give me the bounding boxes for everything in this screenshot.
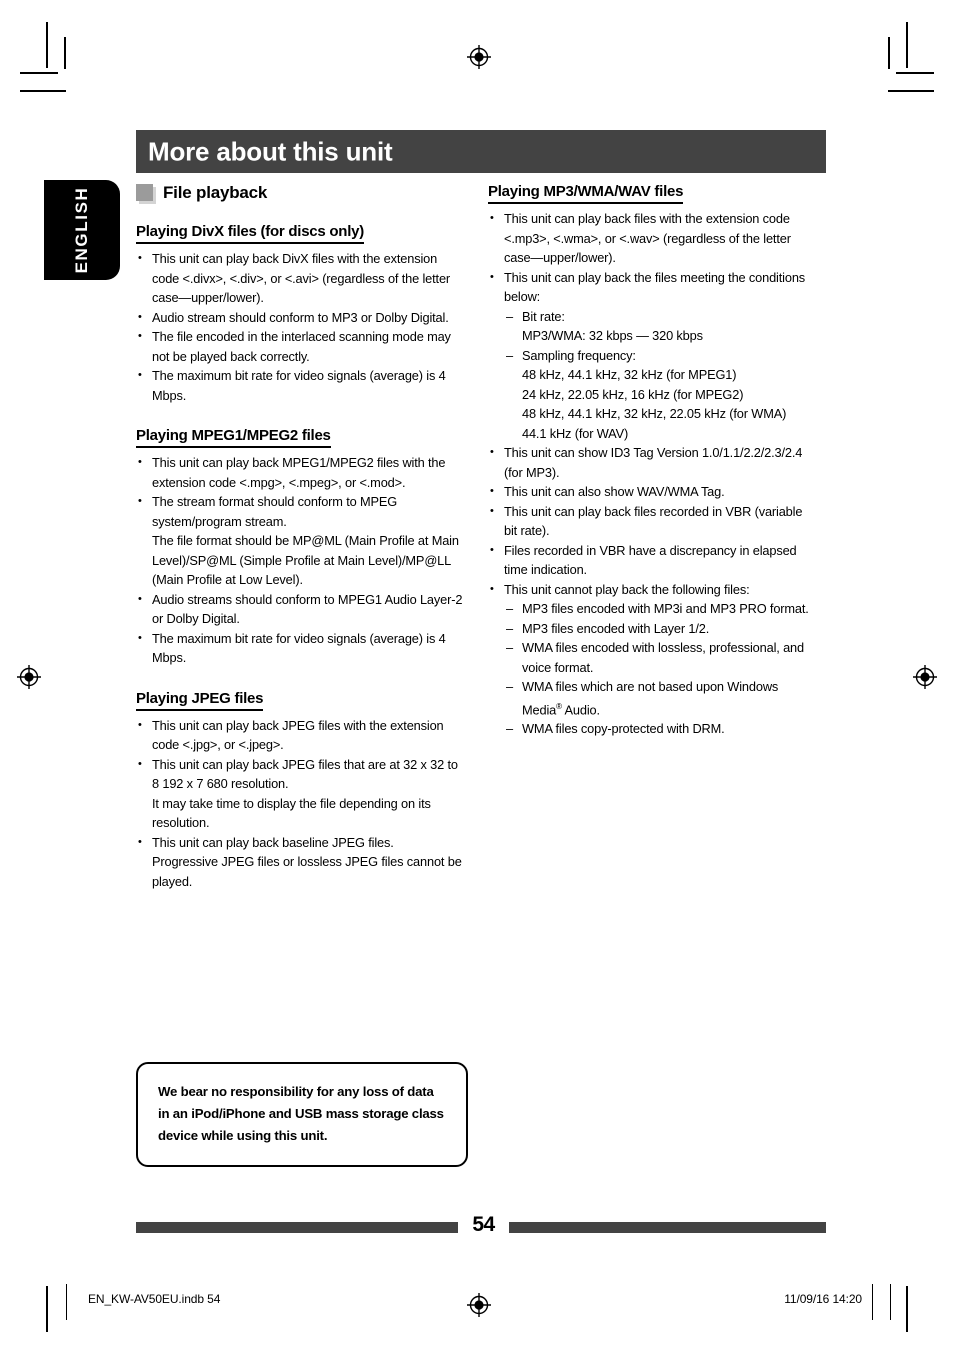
- windows-media-prefix: WMA files which are not based upon Windo…: [522, 679, 779, 717]
- list-item: This unit can play back the files meetin…: [488, 268, 818, 307]
- notice-box: We bear no responsibility for any loss o…: [136, 1062, 468, 1167]
- list-item: The stream format should conform to MPEG…: [136, 492, 466, 531]
- list-item: The maximum bit rate for video signals (…: [136, 366, 466, 405]
- list-item-continuation: MP3/WMA: 32 kbps — 320 kbps: [522, 328, 703, 343]
- crop-mark-top-right-vertical: [906, 22, 908, 68]
- crop-mark-top-right-horizontal: [896, 72, 934, 74]
- heading-jpeg: Playing JPEG files: [136, 690, 263, 711]
- heading-mpeg: Playing MPEG1/MPEG2 files: [136, 427, 331, 448]
- list-item: WMA files copy-protected with DRM.: [506, 719, 818, 739]
- footer-rule-left: [136, 1222, 458, 1233]
- windows-media-suffix: Audio.: [561, 701, 600, 717]
- list-item: This unit can also show WAV/WMA Tag.: [488, 482, 818, 502]
- list-mp3-part1: This unit can play back files with the e…: [488, 209, 818, 307]
- crop-mark-top-left-vertical-2: [64, 37, 66, 69]
- slug-rule-left: [66, 1284, 67, 1320]
- crop-mark-top-left-horizontal: [20, 72, 58, 74]
- heading-mp3-wma-wav: Playing MP3/WMA/WAV files: [488, 183, 683, 204]
- list-item: This unit can play back JPEG files with …: [136, 716, 466, 755]
- language-tab: ENGLISH: [44, 180, 120, 280]
- list-item-continuation: 44.1 kHz (for WAV): [522, 425, 629, 441]
- list-item: Bit rate:: [506, 307, 818, 327]
- registration-mark-right: [912, 664, 938, 690]
- page-footer: 54: [0, 1213, 954, 1236]
- list-jpeg: This unit can play back JPEG files with …: [136, 716, 466, 892]
- list-item: Sampling frequency:: [506, 346, 818, 366]
- list-item: The file encoded in the interlaced scann…: [136, 327, 466, 366]
- list-item: This unit can play back files with the e…: [488, 209, 818, 268]
- list-item: Audio stream should conform to MP3 or Do…: [136, 308, 466, 328]
- section-heading-label: File playback: [163, 183, 268, 202]
- crop-mark-top-left-horizontal-2: [20, 90, 66, 92]
- heading-jpeg-wrap: Playing JPEG files: [136, 690, 466, 714]
- list-unsupported: MP3 files encoded with MP3i and MP3 PRO …: [488, 599, 818, 739]
- list-item-continuation: The file format should be MP@ML (Main Pr…: [152, 533, 459, 587]
- list-item: This unit can play back MPEG1/MPEG2 file…: [136, 453, 466, 492]
- heading-divx-wrap: Playing DivX files (for discs only): [136, 223, 466, 247]
- page-title: More about this unit: [148, 136, 393, 166]
- slug-rule-right: [872, 1284, 873, 1320]
- heading-mp3-wrap: Playing MP3/WMA/WAV files: [488, 183, 818, 207]
- crop-mark-top-right-vertical-2: [888, 37, 890, 69]
- list-item: Files recorded in VBR have a discrepancy…: [488, 541, 818, 580]
- registration-mark-left: [16, 664, 42, 690]
- list-item: This unit can show ID3 Tag Version 1.0/1…: [488, 443, 818, 482]
- list-item: Audio streams should conform to MPEG1 Au…: [136, 590, 466, 629]
- list-item-windows-media: WMA files which are not based upon Windo…: [506, 677, 818, 719]
- slug-filename: EN_KW-AV50EU.indb 54: [88, 1292, 221, 1306]
- print-slug-line: EN_KW-AV50EU.indb 54 11/09/16 14:20: [0, 1284, 954, 1324]
- list-item: This unit can play back baseline JPEG fi…: [136, 833, 466, 853]
- language-tab-label: ENGLISH: [72, 186, 91, 274]
- list-item: WMA files encoded with lossless, profess…: [506, 638, 818, 677]
- section-file-playback: File playback: [136, 183, 466, 203]
- crop-mark-top-left-vertical: [46, 22, 48, 68]
- chapter-header-bar: More about this unit: [136, 130, 826, 173]
- list-mp3-part2: This unit can show ID3 Tag Version 1.0/1…: [488, 443, 818, 599]
- notice-text: We bear no responsibility for any loss o…: [158, 1084, 444, 1143]
- page-number: 54: [472, 1213, 495, 1236]
- list-item: This unit can play back JPEG files that …: [136, 755, 466, 794]
- right-column: Playing MP3/WMA/WAV files This unit can …: [488, 183, 818, 739]
- list-item: MP3 files encoded with MP3i and MP3 PRO …: [506, 599, 818, 619]
- list-item-continuation: It may take time to display the file dep…: [152, 795, 431, 831]
- list-item: This unit can play back DivX files with …: [136, 249, 466, 308]
- list-item-continuation: 48 kHz, 44.1 kHz, 32 kHz (for MPEG1): [522, 367, 737, 382]
- list-mpeg: This unit can play back MPEG1/MPEG2 file…: [136, 453, 466, 668]
- list-item-continuation: 24 kHz, 22.05 kHz, 16 kHz (for MPEG2): [522, 386, 744, 402]
- heading-divx: Playing DivX files (for discs only): [136, 223, 364, 244]
- crop-mark-top-right-horizontal-2: [888, 90, 934, 92]
- slug-rule-right-2: [890, 1284, 891, 1320]
- left-column: File playback Playing DivX files (for di…: [136, 183, 466, 891]
- heading-mpeg-wrap: Playing MPEG1/MPEG2 files: [136, 427, 466, 451]
- list-conditions: Bit rate: MP3/WMA: 32 kbps — 320 kbps Sa…: [488, 307, 818, 444]
- list-item-continuation: 48 kHz, 44.1 kHz, 32 kHz, 22.05 kHz (for…: [522, 406, 787, 421]
- list-item-continuation: Progressive JPEG files or lossless JPEG …: [152, 854, 462, 889]
- list-item: This unit can play back files recorded i…: [488, 502, 818, 541]
- slug-timestamp: 11/09/16 14:20: [784, 1292, 862, 1306]
- list-divx: This unit can play back DivX files with …: [136, 249, 466, 405]
- footer-rule-right: [509, 1222, 826, 1233]
- list-item: The maximum bit rate for video signals (…: [136, 629, 466, 668]
- square-bullet-icon: [136, 183, 153, 201]
- list-item: This unit cannot play back the following…: [488, 580, 818, 600]
- list-item: MP3 files encoded with Layer 1/2.: [506, 619, 818, 639]
- registration-mark-top: [466, 44, 492, 70]
